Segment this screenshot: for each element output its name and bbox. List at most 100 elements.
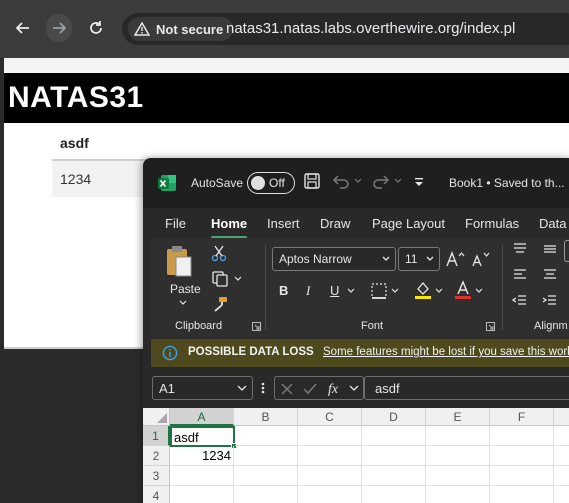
tab-formulas[interactable]: Formulas <box>465 216 519 231</box>
cell-c4[interactable] <box>298 486 362 503</box>
increase-indent-icon[interactable] <box>542 294 558 308</box>
format-painter-icon[interactable] <box>211 295 229 313</box>
underline-dropdown-icon[interactable] <box>347 288 355 294</box>
cell-c1[interactable] <box>298 426 362 446</box>
decrease-indent-icon[interactable] <box>512 294 528 308</box>
column-header-g[interactable] <box>554 408 569 426</box>
row-header-4[interactable]: 4 <box>143 486 170 503</box>
back-button[interactable] <box>10 14 36 42</box>
redo-icon[interactable] <box>371 172 391 190</box>
top-align-icon[interactable] <box>512 242 528 256</box>
insert-function-icon[interactable]: fx <box>327 380 345 397</box>
decrease-font-size-icon[interactable] <box>470 250 490 268</box>
chevron-down-icon[interactable] <box>349 385 359 393</box>
cell-g3[interactable] <box>554 466 569 486</box>
tab-page-layout[interactable]: Page Layout <box>372 216 445 231</box>
more-options-icon[interactable] <box>260 381 266 395</box>
borders-icon[interactable] <box>370 282 388 300</box>
column-header-f[interactable]: F <box>490 408 554 426</box>
font-color-dropdown-icon[interactable] <box>475 288 483 294</box>
save-icon[interactable] <box>303 172 321 190</box>
column-header-a[interactable]: A <box>170 408 234 426</box>
copy-dropdown-icon[interactable] <box>234 276 242 282</box>
cell-c3[interactable] <box>298 466 362 486</box>
fill-color-icon[interactable] <box>414 280 432 300</box>
cell-b4[interactable] <box>234 486 298 503</box>
column-header-d[interactable]: D <box>362 408 426 426</box>
cell-a2[interactable]: 1234 <box>170 446 234 466</box>
cell-b3[interactable] <box>234 466 298 486</box>
cancel-icon[interactable] <box>280 382 294 396</box>
paste-button[interactable]: Paste <box>164 244 201 296</box>
security-indicator[interactable]: Not secure <box>128 17 234 41</box>
cell-a4[interactable] <box>170 486 234 503</box>
cell-f4[interactable] <box>490 486 554 503</box>
column-header-b[interactable]: B <box>234 408 298 426</box>
tab-data[interactable]: Data <box>539 216 566 231</box>
cell-g4[interactable] <box>554 486 569 503</box>
name-box[interactable]: A1 <box>152 376 253 400</box>
cell-f2[interactable] <box>490 446 554 466</box>
clipboard-launcher-icon[interactable] <box>252 322 261 331</box>
italic-button[interactable]: I <box>306 283 310 299</box>
column-header-e[interactable]: E <box>426 408 490 426</box>
tab-insert[interactable]: Insert <box>267 216 300 231</box>
tab-home[interactable]: Home <box>211 216 247 231</box>
undo-icon[interactable] <box>331 172 351 190</box>
undo-dropdown-icon[interactable] <box>354 178 362 184</box>
middle-align-icon[interactable] <box>542 242 558 256</box>
formula-value: asdf <box>375 381 400 396</box>
increase-font-size-icon[interactable] <box>445 250 465 268</box>
address-bar[interactable]: Not secure natas31.natas.labs.overthewir… <box>122 13 569 45</box>
cell-e2[interactable] <box>426 446 490 466</box>
cell-d3[interactable] <box>362 466 426 486</box>
cell-f1[interactable] <box>490 426 554 446</box>
tab-file[interactable]: File <box>165 216 186 231</box>
infobar-message-link[interactable]: Some features might be lost if you save … <box>323 346 569 358</box>
workbook-title[interactable]: Book1 • Saved to th... <box>449 176 565 190</box>
tab-draw[interactable]: Draw <box>320 216 350 231</box>
autosave-toggle[interactable]: Off <box>247 172 295 194</box>
cell-d2[interactable] <box>362 446 426 466</box>
cell-b1[interactable] <box>235 426 298 446</box>
cell-d1[interactable] <box>362 426 426 446</box>
font-group-label: Font <box>361 320 384 332</box>
row-header-3[interactable]: 3 <box>143 466 170 486</box>
cell-f3[interactable] <box>490 466 554 486</box>
forward-button[interactable] <box>46 14 72 42</box>
column-header-c[interactable]: C <box>298 408 362 426</box>
cell-d4[interactable] <box>362 486 426 503</box>
row-header-2[interactable]: 2 <box>143 446 170 466</box>
redo-dropdown-icon[interactable] <box>394 178 402 184</box>
align-left-icon[interactable] <box>512 268 528 282</box>
font-color-icon[interactable] <box>454 280 472 300</box>
formula-input[interactable]: asdf <box>364 376 569 400</box>
borders-dropdown-icon[interactable] <box>391 288 399 294</box>
copy-icon[interactable] <box>211 270 229 288</box>
underline-button[interactable]: U <box>330 283 339 298</box>
cell-c2[interactable] <box>298 446 362 466</box>
paste-dropdown-icon[interactable] <box>179 300 187 306</box>
row-header-1[interactable]: 1 <box>143 426 170 446</box>
cell-b2[interactable] <box>234 446 298 466</box>
bold-button[interactable]: B <box>279 283 288 298</box>
fill-color-dropdown-icon[interactable] <box>435 288 443 294</box>
font-launcher-icon[interactable] <box>486 322 495 331</box>
cell-a1[interactable]: asdf <box>170 426 235 447</box>
cell-e3[interactable] <box>426 466 490 486</box>
customize-toolbar-icon[interactable] <box>413 176 425 188</box>
cell-e4[interactable] <box>426 486 490 503</box>
cell-a3[interactable] <box>170 466 234 486</box>
align-center-icon[interactable] <box>542 268 558 282</box>
cell-g1[interactable] <box>554 426 569 446</box>
cell-e1[interactable] <box>426 426 490 446</box>
reload-button[interactable] <box>83 14 109 42</box>
cell-g2[interactable] <box>554 446 569 466</box>
enter-check-icon[interactable] <box>302 382 318 396</box>
select-all-corner[interactable] <box>143 408 170 426</box>
font-name-select[interactable]: Aptos Narrow <box>272 247 396 271</box>
font-size-select[interactable]: 11 <box>398 247 440 271</box>
cut-icon[interactable] <box>211 244 227 262</box>
wrap-text-button[interactable] <box>564 240 569 262</box>
ribbon-tabs: File Home Insert Draw Page Layout Formul… <box>143 208 569 239</box>
